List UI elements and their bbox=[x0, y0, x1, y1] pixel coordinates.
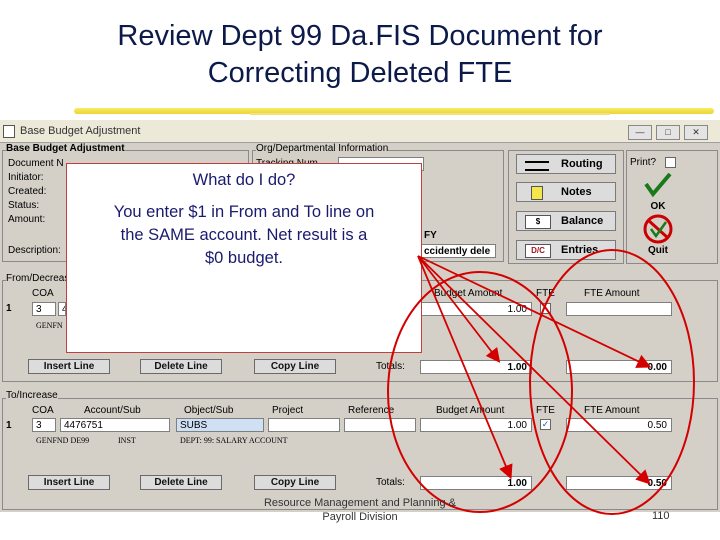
from-fund-note: GENFN bbox=[36, 321, 63, 330]
from-delete-line-button[interactable]: Delete Line bbox=[140, 359, 222, 374]
balance-button[interactable]: $ Balance bbox=[516, 211, 616, 231]
to-fte-checkbox[interactable]: ✓ bbox=[540, 419, 551, 430]
notes-button[interactable]: Notes bbox=[516, 182, 616, 202]
minimize-button[interactable]: — bbox=[628, 125, 652, 140]
to-reference-header: Reference bbox=[348, 405, 395, 416]
header-group-title: Base Budget Adjustment bbox=[6, 143, 125, 154]
close-button[interactable]: ✕ bbox=[684, 125, 708, 140]
entries-icon: D/C bbox=[525, 244, 551, 258]
to-coa-field[interactable]: 3 bbox=[32, 418, 56, 432]
created-label: Created: bbox=[8, 186, 47, 197]
from-totals-label: Totals: bbox=[376, 361, 405, 372]
to-object-field[interactable]: SUBS bbox=[176, 418, 264, 432]
callout-box: What do I do? You enter $1 in From and T… bbox=[66, 163, 422, 353]
from-fte-amount-field[interactable] bbox=[566, 302, 672, 316]
to-project-field[interactable] bbox=[268, 418, 340, 432]
to-project-header: Project bbox=[272, 405, 304, 416]
from-copy-line-button[interactable]: Copy Line bbox=[254, 359, 336, 374]
routing-button[interactable]: Routing bbox=[516, 154, 616, 174]
to-budget-header: Budget Amount bbox=[436, 405, 505, 416]
to-insert-line-button[interactable]: Insert Line bbox=[28, 475, 110, 490]
from-total-budget: 1.00 bbox=[420, 360, 532, 374]
quit-button[interactable]: Quit bbox=[640, 214, 676, 258]
status-label: Status: bbox=[8, 200, 40, 211]
to-totals-label: Totals: bbox=[376, 477, 405, 488]
from-row-number: 1 bbox=[6, 303, 12, 314]
document-icon bbox=[3, 125, 15, 138]
document-label: Document N bbox=[8, 158, 64, 169]
description-field[interactable]: ccidently dele bbox=[420, 244, 496, 258]
to-fund-note: GENFND DE99 bbox=[36, 436, 90, 445]
to-coa-header: COA bbox=[32, 405, 54, 416]
slide-title-line2: Correcting Deleted FTE bbox=[207, 57, 513, 89]
initiator-label: Initiator: bbox=[8, 172, 44, 183]
page-number: 110 bbox=[652, 510, 670, 522]
to-dept-note: DEPT: 99: SALARY ACCOUNT bbox=[180, 436, 288, 445]
print-label: Print? bbox=[630, 157, 657, 168]
fy-label: FY bbox=[424, 230, 437, 241]
callout-answer-line2: the SAME account. Net result is a bbox=[120, 226, 368, 244]
to-account-header: Account/Sub bbox=[84, 405, 141, 416]
slide-footer: Resource Management and Planning & Payro… bbox=[250, 496, 470, 524]
to-fte-header: FTE bbox=[536, 405, 555, 416]
from-group-title: From/Decrease bbox=[6, 273, 75, 284]
checkmark-icon bbox=[644, 172, 672, 198]
amount-label: Amount: bbox=[8, 214, 46, 225]
callout-question: What do I do? bbox=[192, 171, 296, 189]
to-group-title: To/Increase bbox=[6, 390, 58, 401]
to-delete-line-button[interactable]: Delete Line bbox=[140, 475, 222, 490]
to-total-fte: 0.50 bbox=[566, 476, 672, 490]
from-insert-line-button[interactable]: Insert Line bbox=[28, 359, 110, 374]
balance-icon: $ bbox=[525, 215, 551, 229]
from-fte-checkbox[interactable] bbox=[540, 303, 551, 314]
window-titlebar: Base Budget Adjustment — □ ✕ bbox=[0, 120, 720, 143]
to-row-number: 1 bbox=[6, 420, 12, 431]
org-group-title: Org/Departmental Information bbox=[256, 143, 389, 154]
from-fte-amount-header: FTE Amount bbox=[584, 288, 640, 299]
from-budget-field[interactable]: 1.00 bbox=[420, 302, 532, 316]
from-fte-header: FTE bbox=[536, 288, 555, 299]
footer-line2: Payroll Division bbox=[322, 511, 398, 523]
from-total-fte: 0.00 bbox=[566, 360, 672, 374]
to-budget-field[interactable]: 1.00 bbox=[420, 418, 532, 432]
highlighter-stroke-thin bbox=[250, 113, 610, 115]
to-fte-amount-header: FTE Amount bbox=[584, 405, 640, 416]
to-reference-field[interactable] bbox=[344, 418, 416, 432]
to-fte-amount-field[interactable]: 0.50 bbox=[566, 418, 672, 432]
to-object-header: Object/Sub bbox=[184, 405, 234, 416]
entries-button[interactable]: D/C Entries bbox=[516, 240, 616, 260]
to-account-field[interactable]: 4476751 bbox=[60, 418, 170, 432]
print-checkbox[interactable] bbox=[665, 157, 676, 168]
callout-answer-line3: $0 budget. bbox=[205, 249, 283, 267]
from-account-field[interactable]: 4 bbox=[58, 302, 66, 316]
description-label: Description: bbox=[8, 245, 61, 256]
from-coa-field[interactable]: 3 bbox=[32, 302, 56, 316]
to-copy-line-button[interactable]: Copy Line bbox=[254, 475, 336, 490]
footer-line1: Resource Management and Planning & bbox=[263, 497, 456, 509]
window-title: Base Budget Adjustment bbox=[20, 125, 141, 137]
to-inst-note: INST bbox=[118, 436, 136, 445]
callout-answer-line1: You enter $1 in From and To line on bbox=[113, 203, 375, 221]
routing-icon bbox=[525, 161, 549, 171]
slide-title: Review Dept 99 Da.FIS Document for Corre… bbox=[0, 18, 720, 92]
from-budget-header: Budget Amount bbox=[434, 288, 503, 299]
maximize-button[interactable]: □ bbox=[656, 125, 680, 140]
to-total-budget: 1.00 bbox=[420, 476, 532, 490]
notes-icon bbox=[531, 186, 543, 200]
no-entry-icon bbox=[643, 214, 673, 244]
from-coa-header: COA bbox=[32, 288, 54, 299]
slide-title-line1: Review Dept 99 Da.FIS Document for bbox=[117, 20, 603, 52]
ok-button[interactable]: OK bbox=[640, 172, 676, 212]
